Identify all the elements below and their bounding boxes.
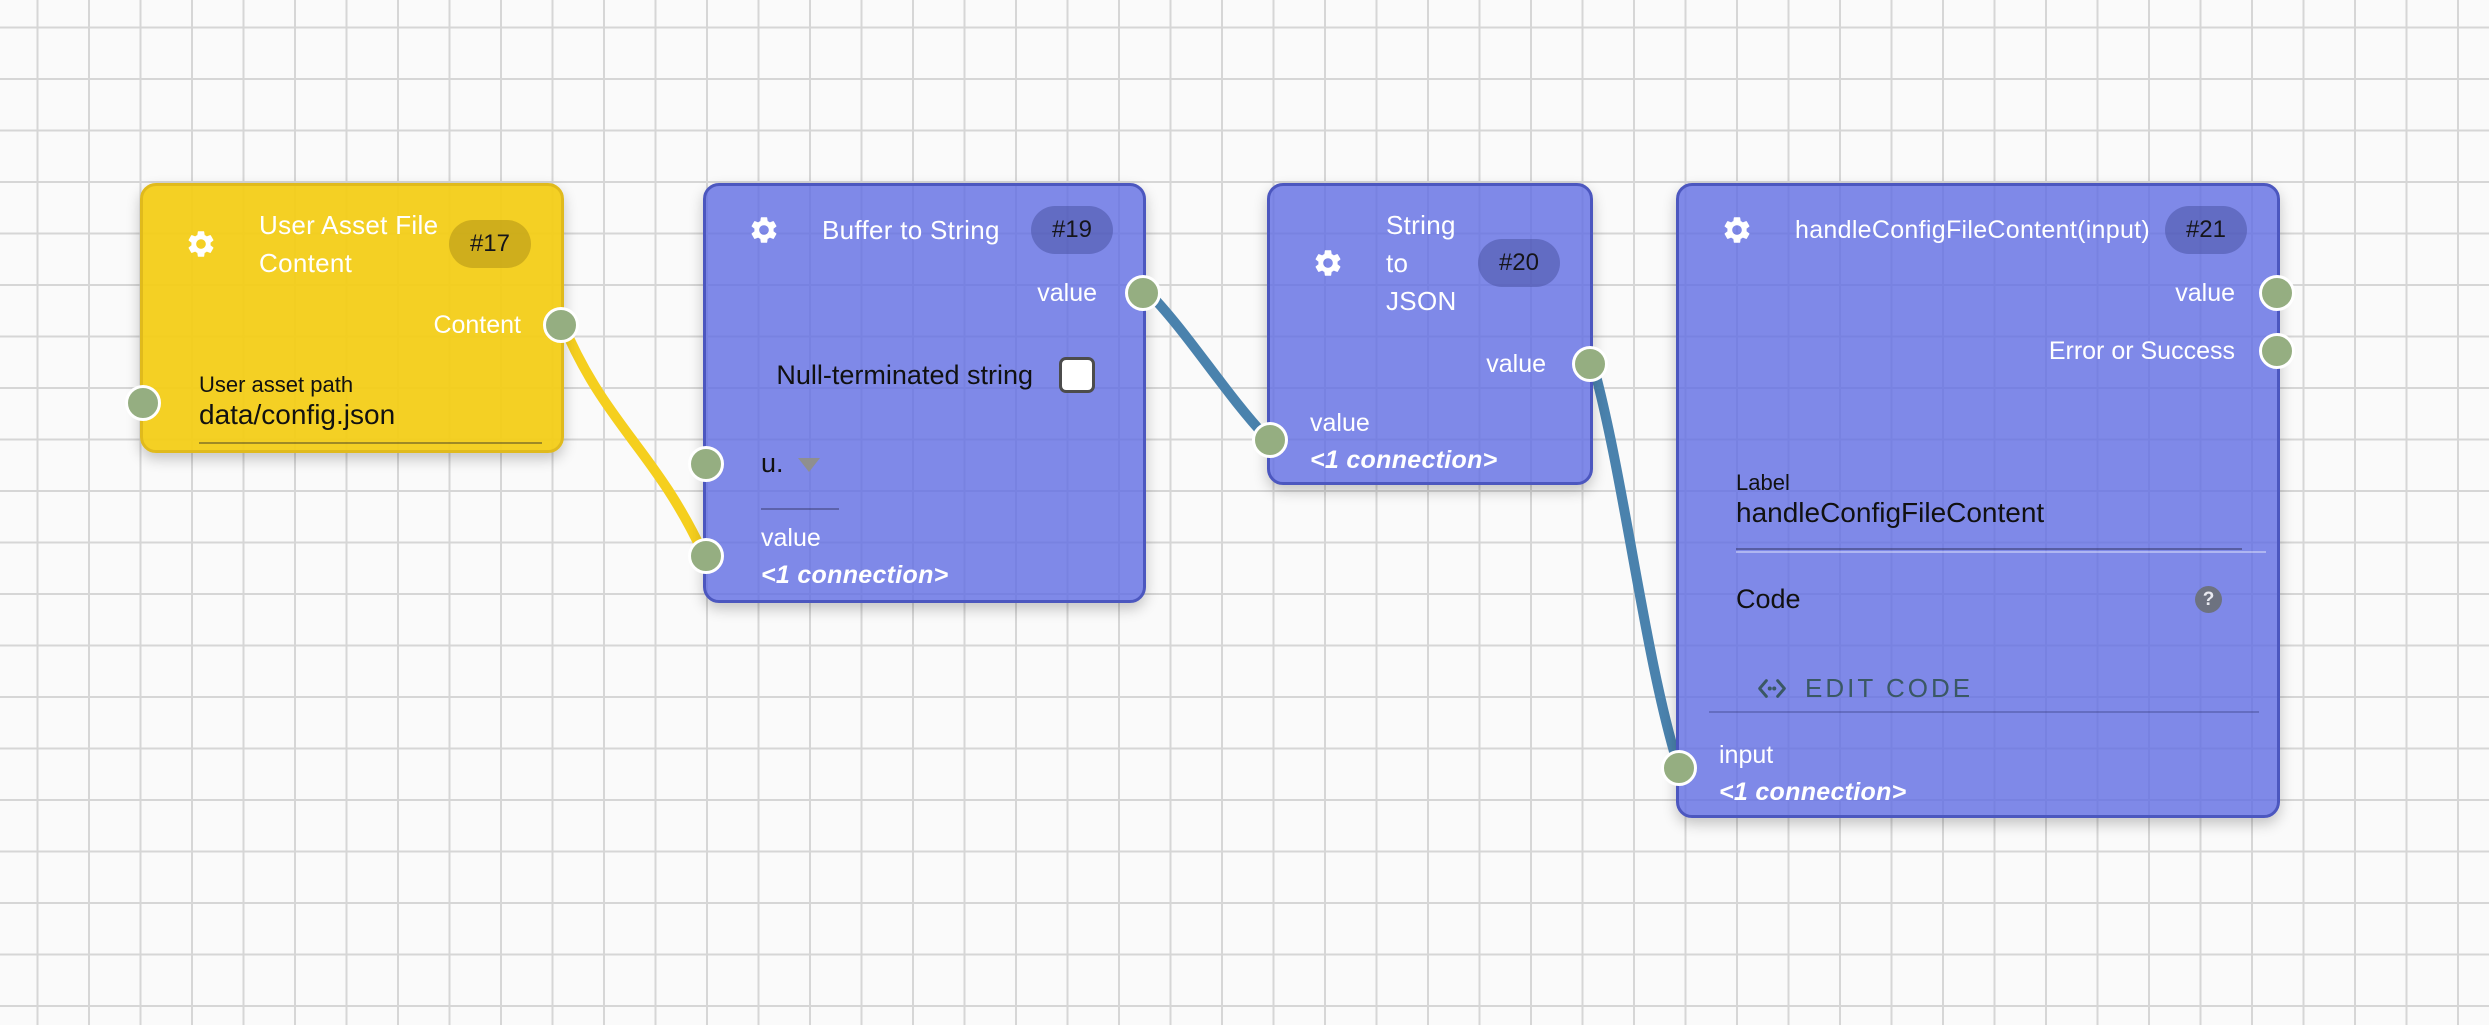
label-field-underline <box>1736 548 2242 550</box>
input-port-input[interactable] <box>1661 750 1697 786</box>
output-port-error-or-success[interactable] <box>2259 333 2295 369</box>
node-id-badge: #17 <box>449 220 531 268</box>
field-label-user-asset-path: User asset path <box>199 372 395 398</box>
input-connection-count: <1 connection> <box>1310 445 1498 475</box>
input-port-value[interactable] <box>688 538 724 574</box>
edge-value-to-value[interactable] <box>1146 290 1266 437</box>
input-port-value[interactable] <box>1252 422 1288 458</box>
node-id-badge: #21 <box>2165 206 2247 254</box>
dropdown-underline <box>761 508 839 510</box>
edit-code-button[interactable]: EDIT CODE <box>1755 672 1973 704</box>
null-terminated-checkbox[interactable] <box>1059 357 1095 393</box>
help-icon[interactable]: ? <box>2195 586 2222 613</box>
chevron-down-icon <box>798 458 820 472</box>
node-title: User Asset File Content <box>259 206 449 282</box>
output-label-content: Content <box>433 310 521 340</box>
node-header: Buffer to String #19 <box>706 186 1143 254</box>
node-title: Buffer to String <box>822 211 1000 249</box>
field-label-label: Label <box>1736 470 2044 496</box>
node-buffer-to-string[interactable]: Buffer to String #19 value Null-terminat… <box>703 183 1146 603</box>
code-section-divider <box>1709 711 2259 713</box>
gear-icon <box>1312 247 1344 279</box>
output-label-error-or-success: Error or Success <box>2049 336 2235 366</box>
node-title: handleConfigFileContent(input) <box>1795 211 2150 249</box>
field-value-label[interactable]: handleConfigFileContent <box>1736 496 2044 530</box>
output-label-value: value <box>2175 278 2235 308</box>
node-header: handleConfigFileContent(input) #21 <box>1679 186 2277 254</box>
input-connection-count: <1 connection> <box>1719 777 1907 807</box>
node-string-to-json[interactable]: String to JSON #20 value value <1 connec… <box>1267 183 1593 485</box>
flow-canvas[interactable]: User Asset File Content #17 Content User… <box>0 0 2489 1025</box>
code-brackets-icon <box>1755 675 1789 702</box>
code-section-label: Code <box>1736 584 1801 614</box>
dropdown-value: u. <box>761 444 784 482</box>
input-port-encoding[interactable] <box>688 446 724 482</box>
edit-code-label: EDIT CODE <box>1805 673 1973 704</box>
input-label-value: value <box>1310 408 1498 438</box>
edge-content-to-value[interactable] <box>562 322 703 553</box>
output-label-value: value <box>1037 278 1097 308</box>
node-handle-config-file-content[interactable]: handleConfigFileContent(input) #21 value… <box>1676 183 2280 818</box>
input-label-value: value <box>761 523 949 553</box>
output-port-value[interactable] <box>1125 275 1161 311</box>
edge-value-to-input[interactable] <box>1592 361 1678 765</box>
gear-icon <box>1721 214 1753 246</box>
node-header: User Asset File Content #17 <box>143 186 561 282</box>
gear-icon <box>748 214 780 246</box>
output-port-content[interactable] <box>543 307 579 343</box>
checkbox-label: Null-terminated string <box>776 360 1033 391</box>
output-port-value[interactable] <box>1572 346 1608 382</box>
output-label-value: value <box>1486 349 1546 379</box>
node-id-badge: #20 <box>1478 239 1560 287</box>
input-port-user-asset-path[interactable] <box>125 385 161 421</box>
input-connection-count: <1 connection> <box>761 560 949 590</box>
output-port-value[interactable] <box>2259 275 2295 311</box>
node-id-badge: #19 <box>1031 206 1113 254</box>
node-title: String to JSON <box>1386 206 1458 320</box>
null-terminated-row: Null-terminated string <box>776 356 1095 394</box>
label-field-underline-highlight <box>1736 551 2266 553</box>
input-label-input: input <box>1719 740 1907 770</box>
field-underline <box>199 442 542 444</box>
help-glyph: ? <box>2203 589 2215 611</box>
encoding-dropdown[interactable]: u. <box>761 444 820 482</box>
gear-icon <box>185 228 217 260</box>
node-header: String to JSON #20 <box>1270 186 1590 320</box>
field-value-user-asset-path[interactable]: data/config.json <box>199 398 395 432</box>
node-user-asset-file-content[interactable]: User Asset File Content #17 Content User… <box>140 183 564 453</box>
